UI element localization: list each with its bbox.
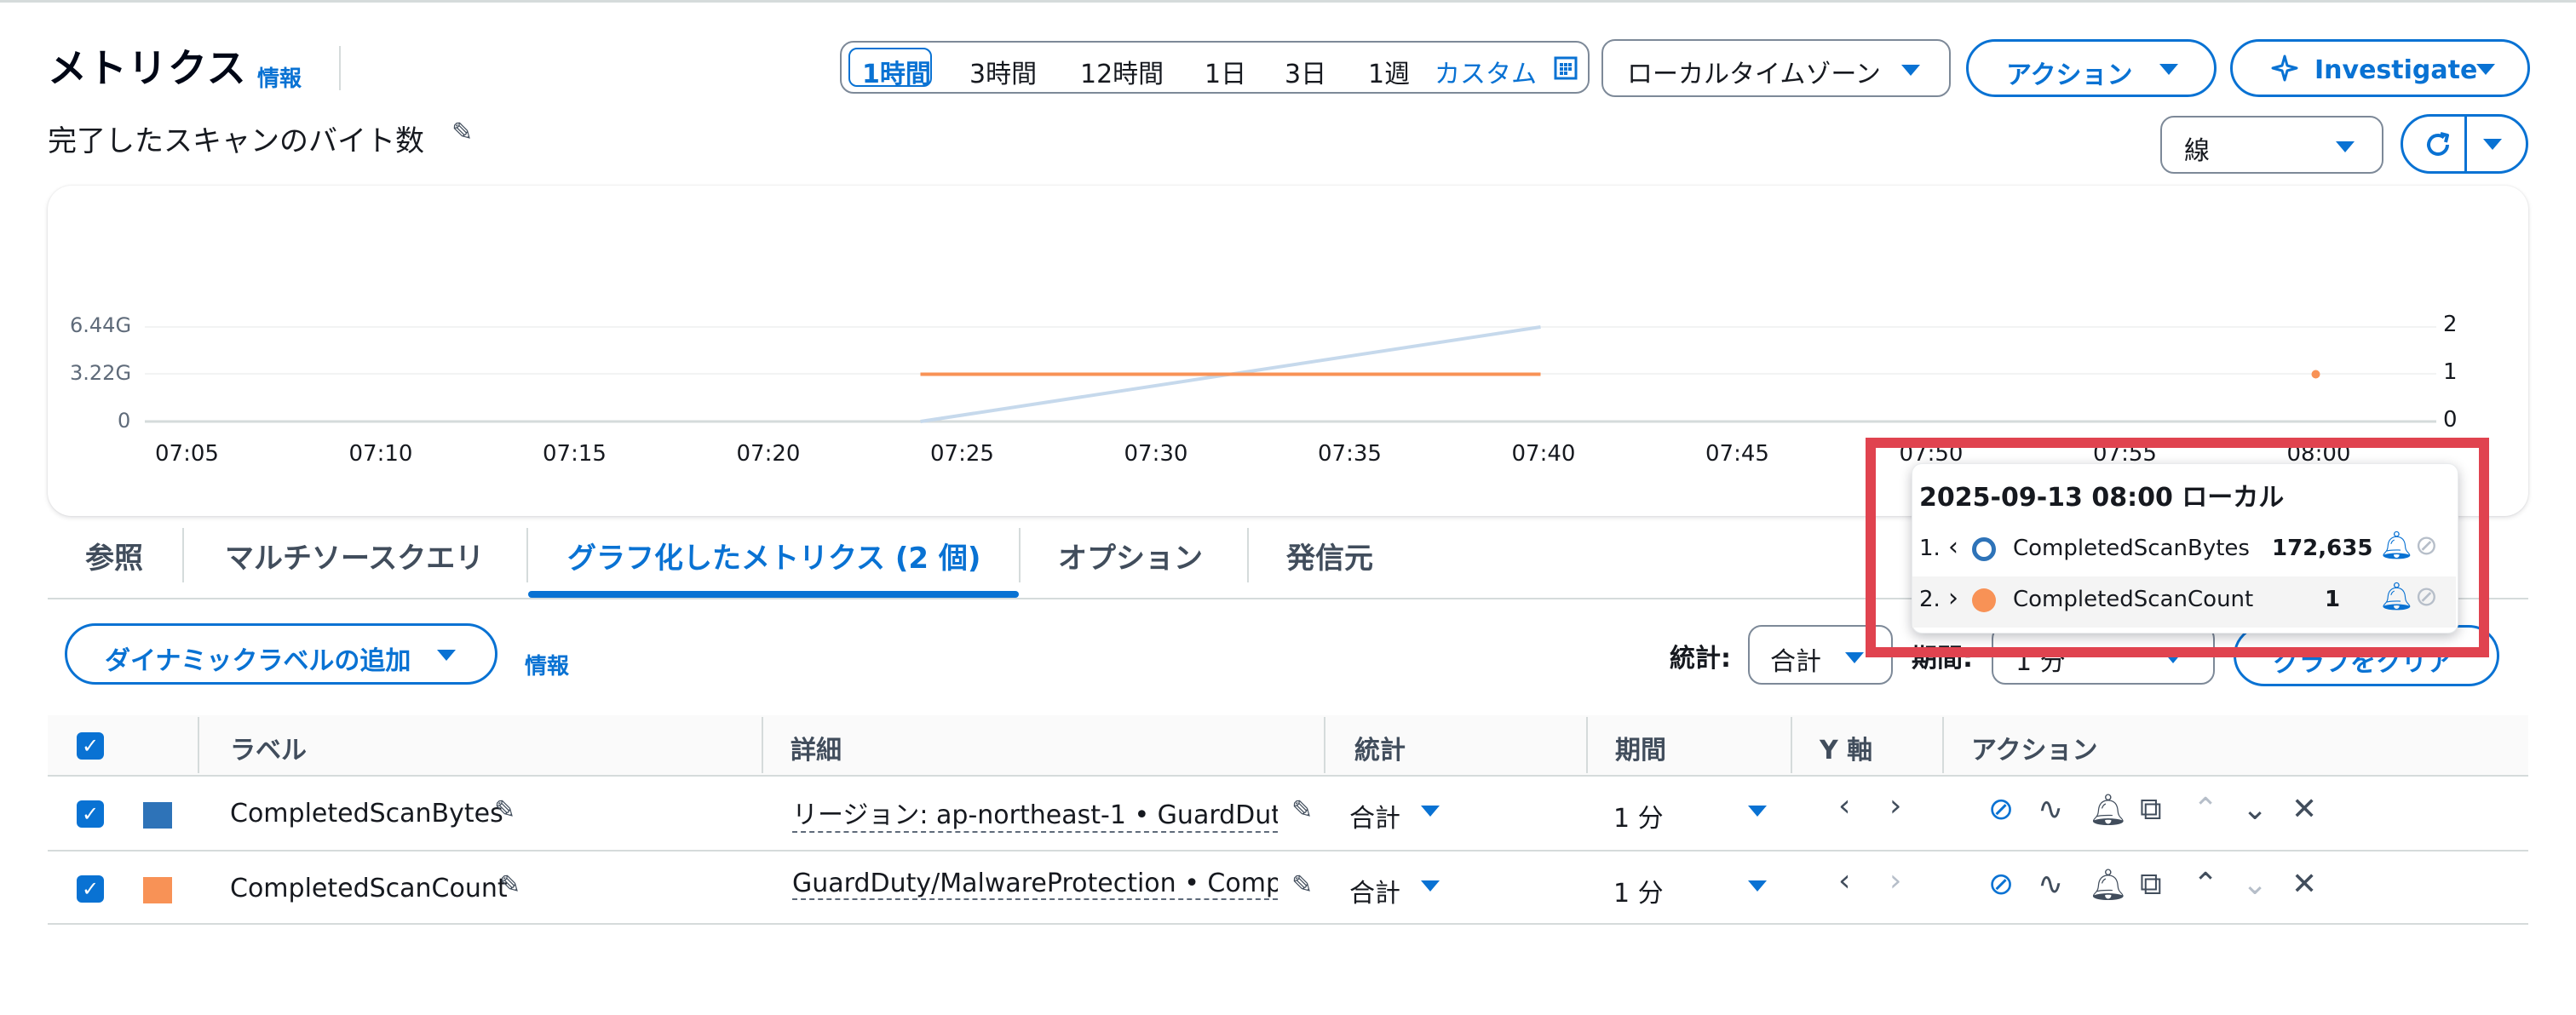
column-header-y-axis: Y 軸	[1820, 736, 1873, 766]
row-period[interactable]: 1 分	[1613, 797, 1664, 834]
row-actions: ⊘ ∿ 🔔︎ ⧉ ⌃ ⌄ ✕	[1988, 792, 2363, 829]
tab-divider	[526, 528, 528, 582]
tab-divider	[182, 528, 184, 582]
row-checkbox[interactable]: ✓	[77, 800, 104, 828]
highlight-box	[1866, 438, 2489, 657]
chevron-down-icon	[1845, 652, 1864, 663]
tab-browse[interactable]: 参照	[85, 535, 143, 576]
data-point-CompletedScanCount	[2311, 370, 2320, 379]
add-dynamic-label-button[interactable]: ダイナミックラベルの追加	[65, 623, 497, 685]
column-divider	[198, 717, 199, 773]
tab-multi-source-query[interactable]: マルチソースクエリ	[225, 535, 484, 576]
column-header-stat: 統計	[1354, 736, 1406, 766]
row-checkbox[interactable]: ✓	[77, 875, 104, 903]
compass-icon[interactable]: ⊘	[1988, 867, 2014, 902]
select-all-checkbox[interactable]: ✓	[77, 732, 104, 760]
metric-label: CompletedScanBytes	[230, 799, 503, 829]
chevron-down-icon	[437, 650, 456, 661]
row-divider	[48, 923, 2528, 925]
edit-details-pencil-icon[interactable]: ✎	[1291, 870, 1313, 900]
y-axis-right-icon[interactable]: ›	[1889, 863, 1901, 898]
column-header-period: 期間	[1615, 736, 1666, 766]
column-divider	[1942, 717, 1944, 773]
row-stat[interactable]: 合計	[1349, 872, 1400, 909]
column-divider	[1324, 717, 1325, 773]
remove-icon[interactable]: ✕	[2291, 867, 2317, 902]
copy-icon[interactable]: ⧉	[2140, 867, 2162, 903]
period-dropdown-chevron-icon[interactable]	[1748, 806, 1767, 817]
metric-details[interactable]: GuardDuty/MalwareProtection • Complet	[792, 869, 1278, 900]
stat-label: 統計:	[1670, 644, 1731, 674]
tab-graphed-metrics[interactable]: グラフ化したメトリクス (2 個)	[567, 535, 980, 576]
move-down-icon[interactable]: ⌄	[2242, 867, 2268, 902]
y-axis-right-icon[interactable]: ›	[1889, 788, 1901, 823]
bell-icon[interactable]: 🔔︎	[2089, 792, 2128, 828]
bell-icon[interactable]: 🔔︎	[2089, 867, 2128, 903]
edit-details-pencil-icon[interactable]: ✎	[1291, 795, 1313, 825]
column-header-label: ラベル	[230, 736, 307, 766]
column-divider	[762, 717, 763, 773]
compass-icon[interactable]: ⊘	[1988, 792, 2014, 827]
table-header-row	[48, 715, 2528, 777]
info-link[interactable]: 情報	[525, 649, 569, 680]
copy-icon[interactable]: ⧉	[2140, 792, 2162, 828]
row-stat[interactable]: 合計	[1349, 797, 1400, 834]
edit-label-pencil-icon[interactable]: ✎	[499, 870, 520, 900]
stat-dropdown-chevron-icon[interactable]	[1421, 880, 1440, 892]
move-up-icon[interactable]: ⌃	[2193, 792, 2218, 827]
column-divider	[1586, 717, 1588, 773]
column-divider	[1791, 717, 1792, 773]
row-actions: ⊘ ∿ 🔔︎ ⧉ ⌃ ⌄ ✕	[1988, 867, 2363, 904]
y-axis-left-icon[interactable]: ‹	[1838, 863, 1850, 898]
series-color-swatch[interactable]	[143, 877, 172, 903]
move-down-icon[interactable]: ⌄	[2242, 792, 2268, 827]
metric-details[interactable]: リージョン: ap-northeast-1 • GuardDuty/	[792, 794, 1278, 833]
remove-icon[interactable]: ✕	[2291, 792, 2317, 827]
row-period[interactable]: 1 分	[1613, 872, 1664, 909]
tab-divider	[1019, 528, 1021, 582]
tab-divider	[1247, 528, 1249, 582]
stat-dropdown-chevron-icon[interactable]	[1421, 806, 1440, 817]
y-axis-left-icon[interactable]: ‹	[1838, 788, 1850, 823]
tab-source[interactable]: 発信元	[1286, 535, 1373, 576]
column-header-details: 詳細	[791, 736, 842, 766]
row-divider	[48, 850, 2528, 852]
row-divider	[48, 775, 2528, 777]
period-dropdown-chevron-icon[interactable]	[1748, 880, 1767, 892]
column-header-actions: アクション	[1971, 736, 2098, 766]
move-up-icon[interactable]: ⌃	[2193, 867, 2218, 902]
active-tab-indicator	[528, 591, 1019, 598]
metric-label: CompletedScanCount	[230, 874, 508, 903]
series-color-swatch[interactable]	[143, 802, 172, 829]
math-expression-icon[interactable]: ∿	[2038, 867, 2063, 902]
tab-options[interactable]: オプション	[1058, 535, 1203, 576]
edit-label-pencil-icon[interactable]: ✎	[494, 795, 515, 825]
math-expression-icon[interactable]: ∿	[2038, 792, 2063, 827]
